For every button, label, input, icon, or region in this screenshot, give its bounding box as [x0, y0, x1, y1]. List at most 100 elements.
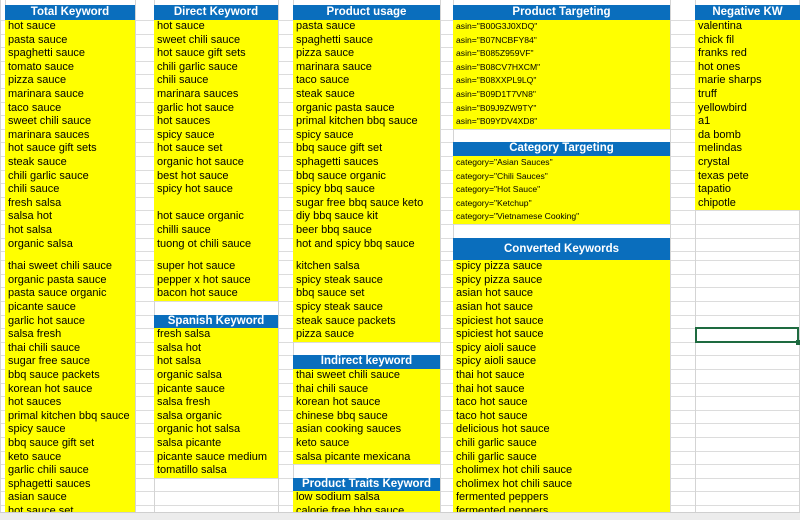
keyword-cell[interactable]: chili garlic sauce	[453, 450, 670, 465]
keyword-cell[interactable]: spicy sauce	[154, 128, 278, 143]
keyword-cell[interactable]: salsa picante mexicana	[293, 450, 440, 465]
keyword-cell[interactable]: organic hot salsa	[154, 423, 278, 437]
keyword-cell[interactable]: asin="B08XXPL9LQ"	[453, 74, 670, 88]
keyword-cell[interactable]: yellowbird	[695, 101, 800, 116]
keyword-cell[interactable]: spicy pizza sauce	[453, 273, 670, 288]
keyword-cell[interactable]: cholimex hot chili sauce	[453, 477, 670, 492]
keyword-cell[interactable]: spicy aioli sauce	[453, 341, 670, 356]
keyword-cell[interactable]: thai hot sauce	[453, 369, 670, 383]
keyword-cell[interactable]: steak sauce	[5, 156, 135, 170]
keyword-cell[interactable]: picante sauce medium	[154, 450, 278, 465]
keyword-cell[interactable]: kitchen salsa	[293, 260, 440, 274]
keyword-cell[interactable]: chipotle	[695, 196, 800, 211]
keyword-cell[interactable]: bbq sauce gift set	[5, 437, 135, 451]
column-header-negative-0[interactable]: Negative KW	[695, 5, 800, 20]
keyword-cell[interactable]: hot and spicy bbq sauce	[293, 237, 440, 252]
keyword-cell[interactable]: crystal	[695, 156, 800, 170]
keyword-cell[interactable]: asian sauce	[5, 491, 135, 505]
keyword-cell[interactable]: thai chili sauce	[5, 341, 135, 356]
keyword-cell[interactable]: asin="B085Z959VF"	[453, 47, 670, 61]
keyword-cell[interactable]: diy bbq sauce kit	[293, 210, 440, 224]
keyword-cell[interactable]: asin="B08CV7HXCM"	[453, 60, 670, 75]
column-header-targeting-0[interactable]: Product Targeting	[453, 5, 670, 20]
keyword-cell[interactable]: tomato sauce	[5, 60, 135, 75]
keyword-cell[interactable]: pasta sauce	[5, 33, 135, 48]
keyword-cell[interactable]: korean hot sauce	[293, 396, 440, 410]
keyword-cell[interactable]: organic pasta sauce	[293, 101, 440, 116]
keyword-cell[interactable]: garlic chili sauce	[5, 464, 135, 478]
keyword-cell[interactable]: chilli sauce	[154, 224, 278, 238]
keyword-cell[interactable]: garlic hot sauce	[154, 101, 278, 116]
keyword-cell[interactable]: thai chili sauce	[293, 382, 440, 397]
keyword-cell[interactable]: steak sauce packets	[293, 314, 440, 329]
keyword-cell[interactable]: cholimex hot chili sauce	[453, 464, 670, 478]
keyword-cell[interactable]: spicy aioli sauce	[453, 355, 670, 369]
keyword-cell[interactable]: picante sauce	[5, 301, 135, 315]
keyword-cell[interactable]: hot sauce organic	[154, 210, 278, 224]
keyword-cell[interactable]: spicy pizza sauce	[453, 260, 670, 274]
keyword-cell[interactable]: pizza sauce	[5, 74, 135, 88]
column-header-direct-1[interactable]: Spanish Keyword	[154, 314, 278, 329]
keyword-cell[interactable]: marinara sauce	[293, 60, 440, 75]
keyword-cell[interactable]: salsa fresh	[154, 396, 278, 410]
keyword-cell[interactable]: spiciest hot sauce	[453, 314, 670, 329]
keyword-cell[interactable]: hot sauce	[5, 20, 135, 34]
keyword-cell[interactable]: best hot sauce	[154, 169, 278, 184]
keyword-cell[interactable]: pizza sauce	[293, 47, 440, 61]
keyword-cell[interactable]: bbq sauce packets	[5, 369, 135, 383]
keyword-cell[interactable]: taco hot sauce	[453, 409, 670, 424]
keyword-cell[interactable]: hot sauce gift sets	[5, 142, 135, 156]
keyword-cell[interactable]: chili sauce	[154, 74, 278, 88]
keyword-cell[interactable]: category="Asian Sauces"	[453, 156, 670, 170]
column-header-usage-1[interactable]: Indirect keyword	[293, 355, 440, 369]
keyword-cell[interactable]: taco sauce	[5, 101, 135, 116]
keyword-cell[interactable]: keto sauce	[5, 450, 135, 465]
keyword-cell[interactable]: spicy steak sauce	[293, 273, 440, 288]
keyword-cell[interactable]: hot salsa	[154, 355, 278, 369]
keyword-cell[interactable]: bbq sauce organic	[293, 169, 440, 184]
keyword-cell[interactable]: sugar free bbq sauce keto	[293, 196, 440, 211]
column-header-targeting-1[interactable]: Category Targeting	[453, 142, 670, 156]
keyword-cell[interactable]: category="Hot Sauce"	[453, 183, 670, 197]
keyword-cell[interactable]: asin="B09D1T7VN8"	[453, 88, 670, 102]
empty-cell[interactable]	[5, 251, 135, 261]
keyword-cell[interactable]: salsa fresh	[5, 328, 135, 342]
keyword-cell[interactable]: beer bbq sauce	[293, 224, 440, 238]
keyword-cell[interactable]: picante sauce	[154, 382, 278, 397]
empty-cell[interactable]	[293, 251, 440, 261]
keyword-cell[interactable]: truff	[695, 88, 800, 102]
keyword-cell[interactable]: melindas	[695, 142, 800, 156]
keyword-cell[interactable]: marinara sauces	[5, 128, 135, 143]
keyword-cell[interactable]: delicious hot sauce	[453, 423, 670, 437]
keyword-cell[interactable]: category="Chili Sauces"	[453, 169, 670, 184]
keyword-cell[interactable]: primal kitchen bbq sauce	[5, 409, 135, 424]
keyword-cell[interactable]: sphagetti sauces	[5, 477, 135, 492]
keyword-cell[interactable]: spiciest hot sauce	[453, 328, 670, 342]
keyword-cell[interactable]: sugar free sauce	[5, 355, 135, 369]
keyword-cell[interactable]: thai sweet chili sauce	[293, 369, 440, 383]
keyword-cell[interactable]: garlic hot sauce	[5, 314, 135, 329]
keyword-cell[interactable]: bacon hot sauce	[154, 287, 278, 301]
column-header-usage-2[interactable]: Product Traits Keyword	[293, 477, 440, 492]
keyword-cell[interactable]: texas pete	[695, 169, 800, 184]
keyword-cell[interactable]: asin="B07NCBFY84"	[453, 33, 670, 48]
keyword-cell[interactable]: taco sauce	[293, 74, 440, 88]
keyword-cell[interactable]: pepper x hot sauce	[154, 273, 278, 288]
empty-cell[interactable]	[154, 196, 278, 211]
keyword-cell[interactable]: asin="B09J9ZW9TY"	[453, 101, 670, 116]
keyword-cell[interactable]: sweet chili sauce	[154, 33, 278, 48]
selected-cell[interactable]	[695, 327, 800, 345]
keyword-cell[interactable]: da bomb	[695, 128, 800, 143]
keyword-cell[interactable]: organic pasta sauce	[5, 273, 135, 288]
keyword-cell[interactable]: chili sauce	[5, 183, 135, 197]
keyword-cell[interactable]: asin="B09YDV4XD8"	[453, 115, 670, 129]
keyword-cell[interactable]: chick fil	[695, 33, 800, 48]
keyword-cell[interactable]: thai hot sauce	[453, 382, 670, 397]
keyword-cell[interactable]: valentina	[695, 20, 800, 34]
keyword-cell[interactable]: franks red	[695, 47, 800, 61]
keyword-cell[interactable]: taco hot sauce	[453, 396, 670, 410]
keyword-cell[interactable]: hot sauce	[154, 20, 278, 34]
keyword-cell[interactable]: category="Vietnamese Cooking"	[453, 210, 670, 224]
keyword-cell[interactable]: spaghetti sauce	[5, 47, 135, 61]
keyword-cell[interactable]: super hot sauce	[154, 260, 278, 274]
